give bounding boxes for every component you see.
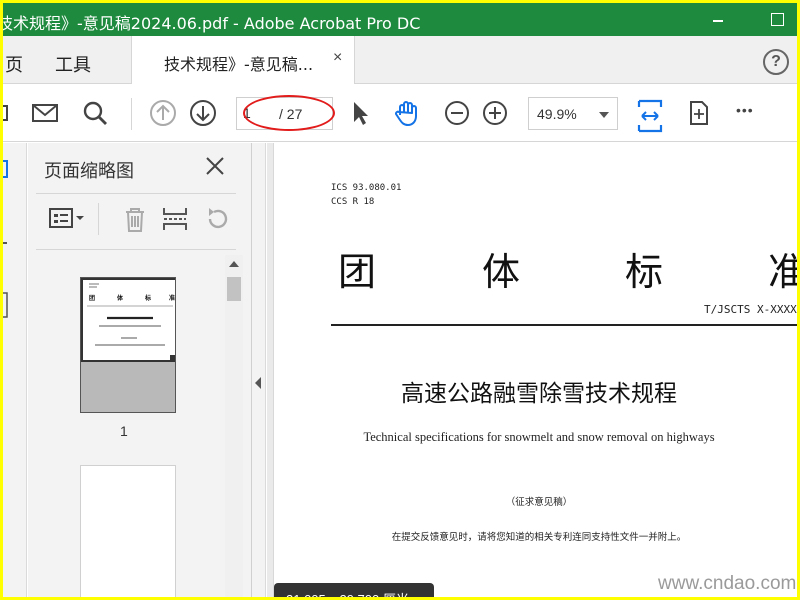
- close-panel-icon[interactable]: [203, 154, 227, 178]
- standard-code: T/JSCTS X-XXXX: [704, 303, 797, 316]
- thumbnail-options-icon[interactable]: [48, 204, 88, 234]
- standard-heading-char: 准: [768, 250, 797, 294]
- acrobat-window: 技术规程》-意见稿2024.06.pdf - Adobe Acrobat Pro…: [3, 3, 797, 597]
- panel-title: 页面缩略图: [44, 161, 134, 182]
- page-thumbnail[interactable]: [80, 465, 176, 597]
- chevron-down-icon: [599, 112, 609, 118]
- previous-page-icon[interactable]: [149, 99, 177, 127]
- rotate-view-icon[interactable]: [685, 99, 713, 127]
- extract-page-icon[interactable]: [160, 204, 190, 234]
- standard-heading-char: 团: [338, 250, 377, 294]
- document-title-en: Technical specifications for snowmelt an…: [363, 430, 715, 444]
- select-cursor-icon[interactable]: [346, 99, 374, 127]
- document-tab-label: 技术规程》-意见稿...: [164, 55, 314, 74]
- toolbar-divider: [131, 98, 132, 130]
- scrollbar-thumb[interactable]: [227, 277, 241, 301]
- ics-code: ICS 93.080.01: [331, 183, 402, 193]
- toolbar: / 27 49.9% •••: [3, 85, 797, 142]
- zoom-value: 49.9%: [537, 106, 577, 122]
- tab-home[interactable]: 页: [5, 51, 23, 77]
- next-page-icon[interactable]: [189, 99, 217, 127]
- standard-heading-char: 标: [625, 250, 664, 294]
- resize-handle[interactable]: [170, 355, 175, 361]
- delete-page-icon[interactable]: [120, 204, 150, 234]
- maximize-button[interactable]: [756, 3, 796, 36]
- panel-toolbar-divider: [98, 203, 99, 235]
- hand-tool-icon[interactable]: [393, 99, 421, 127]
- help-icon[interactable]: ?: [763, 49, 789, 75]
- tab-bar: 页 工具 技术规程》-意见稿... × ?: [3, 36, 797, 84]
- tab-tools[interactable]: 工具: [55, 51, 91, 77]
- collapse-panel-strip[interactable]: [252, 143, 266, 597]
- title-bar: 技术规程》-意见稿2024.06.pdf - Adobe Acrobat Pro…: [3, 3, 797, 36]
- visible-area-box[interactable]: [81, 278, 175, 362]
- standard-heading-char: 体: [482, 250, 521, 294]
- page-thumbnail[interactable]: 团 体 标 准: [80, 277, 176, 413]
- more-tools-icon[interactable]: •••: [736, 102, 754, 118]
- patent-note: 在提交反馈意见时，请将您知道的相关专利连同支持性文件一并附上。: [391, 532, 687, 543]
- page-size-tooltip: 21.005 x 29.700 厘米: [274, 583, 434, 597]
- email-icon[interactable]: [31, 99, 59, 127]
- header-rule: [331, 324, 797, 326]
- panel-divider: [36, 193, 236, 194]
- zoom-out-icon[interactable]: [443, 99, 471, 127]
- window-title: 技术规程》-意见稿2024.06.pdf - Adobe Acrobat Pro…: [3, 14, 421, 33]
- collapse-arrow-icon[interactable]: [255, 377, 261, 389]
- rotate-page-icon[interactable]: [202, 204, 232, 234]
- thumbnail-offscreen-shade: [81, 362, 175, 412]
- minimize-button[interactable]: [698, 3, 738, 36]
- document-tab[interactable]: 技术规程》-意见稿... ×: [131, 36, 355, 84]
- rail-icons: [3, 160, 8, 318]
- ccs-code: CCS R 18: [331, 197, 375, 207]
- panel-divider: [36, 249, 236, 250]
- search-icon[interactable]: [81, 99, 109, 127]
- save-icon[interactable]: [3, 99, 21, 127]
- close-tab-icon[interactable]: ×: [333, 49, 342, 67]
- red-highlight-ellipse: [243, 95, 335, 131]
- fit-width-icon[interactable]: [636, 99, 664, 133]
- draft-label: （征求意见稿）: [505, 497, 573, 508]
- zoom-dropdown[interactable]: 49.9%: [528, 97, 618, 130]
- thumbnail-list: 团 体 标 准 1: [28, 251, 223, 597]
- page-thumbnails-panel: 页面缩略图 团 体 标 准 1: [28, 143, 252, 597]
- navigation-rail: [3, 143, 27, 597]
- thumbnail-page-number: 1: [120, 423, 128, 439]
- site-watermark: www.cndao.com: [658, 573, 797, 594]
- document-viewer[interactable]: ICS 93.080.01 CCS R 18 团 体 标 准 T/JSCTS X…: [267, 143, 797, 597]
- pdf-page: ICS 93.080.01 CCS R 18 团 体 标 准 T/JSCTS X…: [273, 143, 797, 597]
- scroll-up-icon[interactable]: [229, 261, 239, 267]
- zoom-in-icon[interactable]: [481, 99, 509, 127]
- document-title-cn: 高速公路融雪除雪技术规程: [401, 381, 677, 407]
- thumbnail-scrollbar[interactable]: [225, 255, 243, 597]
